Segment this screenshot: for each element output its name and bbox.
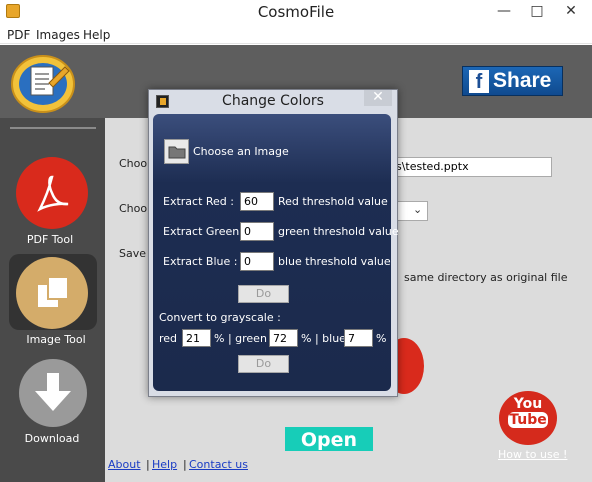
youtube-bottom: Tube [508, 412, 548, 428]
open-label: Open [300, 429, 358, 451]
sidebar-divider [10, 127, 96, 129]
help-link[interactable]: Help [152, 458, 177, 471]
download-arrow-icon [35, 373, 71, 411]
extract-blue-label: Extract Blue : [163, 255, 238, 268]
dialog-title: Change Colors [222, 93, 324, 109]
save-label: Save [119, 247, 147, 260]
choose-image-button[interactable] [164, 139, 189, 164]
open-button[interactable]: Open [285, 427, 373, 451]
youtube-icon[interactable]: You Tube [499, 391, 557, 445]
extract-do-button[interactable]: Do [238, 285, 289, 303]
facebook-icon: f [469, 70, 489, 93]
footer-separator: | [183, 458, 187, 471]
download-button[interactable] [19, 359, 87, 427]
blue-threshold-label: blue threshold value [278, 255, 391, 268]
close-button[interactable]: ✕ [556, 0, 586, 24]
youtube-top: You [513, 396, 543, 412]
share-label: Share [493, 69, 552, 92]
maximize-button[interactable]: □ [522, 0, 552, 24]
image-tool-label: Image Tool [26, 333, 86, 346]
extract-green-label: Extract Green : [163, 225, 247, 238]
pdf-icon [37, 175, 69, 212]
share-button[interactable]: f Share [462, 66, 563, 96]
copy-icon [38, 276, 69, 307]
path-input[interactable]: s\tested.pptx [392, 157, 552, 177]
gray-green-label: % | green [214, 332, 267, 345]
extract-blue-input[interactable]: 0 [240, 252, 274, 271]
gray-blue-input[interactable]: 7 [344, 329, 373, 347]
how-to-use-link[interactable]: How to use ! [498, 448, 567, 461]
green-threshold-label: green threshold value [278, 225, 399, 238]
choose-label-1: Choo [119, 157, 148, 170]
pdf-tool-label: PDF Tool [26, 233, 74, 246]
same-dir-label: same directory as original file [404, 271, 568, 284]
extract-red-label: Extract Red : [163, 195, 234, 208]
grayscale-do-button[interactable]: Do [238, 355, 289, 373]
gray-blue-percent: % [376, 332, 387, 345]
gray-blue-label: % | blue [301, 332, 346, 345]
dialog-close-button[interactable]: ✕ [364, 90, 392, 106]
pdf-tool-button[interactable] [16, 157, 88, 229]
image-tool-circle [16, 257, 88, 329]
menu-pdf[interactable]: PDF [7, 28, 30, 42]
folder-icon [168, 146, 186, 159]
chevron-down-icon: ⌄ [413, 203, 423, 216]
footer-separator: | [146, 458, 150, 471]
gray-red-input[interactable]: 21 [182, 329, 211, 347]
red-threshold-label: Red threshold value [278, 195, 388, 208]
gray-green-input[interactable]: 72 [269, 329, 298, 347]
logo-icon [9, 53, 77, 115]
choose-image-label: Choose an Image [193, 145, 289, 158]
menu-images[interactable]: Images [36, 28, 80, 42]
gray-red-label: red [159, 332, 178, 345]
choose-label-2: Choo [119, 202, 148, 215]
grayscale-title: Convert to grayscale : [159, 311, 281, 324]
minimize-button[interactable]: — [489, 0, 519, 24]
about-link[interactable]: About [108, 458, 141, 471]
menu-help[interactable]: Help [83, 28, 110, 42]
contact-link[interactable]: Contact us [189, 458, 248, 471]
path-value: s\tested.pptx [396, 160, 469, 173]
extract-red-input[interactable]: 60 [240, 192, 274, 211]
image-tool-button[interactable] [9, 254, 97, 330]
extract-green-input[interactable]: 0 [240, 222, 274, 241]
download-label: Download [24, 432, 80, 445]
